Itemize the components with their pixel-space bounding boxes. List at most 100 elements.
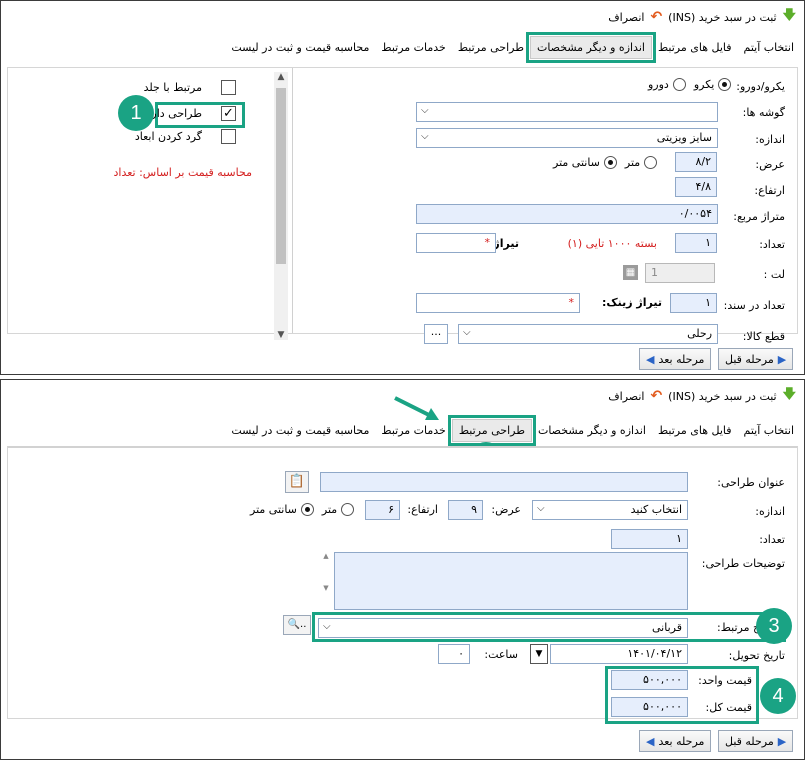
download-arrow-icon: 🡇 bbox=[782, 387, 796, 402]
check-round-dims[interactable] bbox=[221, 129, 236, 144]
area-input[interactable]: ۰/۰۰۵۴ bbox=[416, 204, 718, 224]
chevron-down-icon: ⌵ bbox=[421, 131, 429, 142]
chevron-down-icon: ⌵ bbox=[323, 621, 331, 632]
tab-bar: انتخاب آیتم فایل های مرتبط اندازه و دیگر… bbox=[1, 31, 804, 63]
tab-size-specs[interactable]: اندازه و دیگر مشخصات bbox=[525, 31, 656, 63]
size-select[interactable]: انتخاب کنید ⌵ bbox=[532, 500, 688, 520]
radio-single-side[interactable] bbox=[718, 78, 732, 91]
tab-select-item[interactable]: انتخاب آیتم bbox=[738, 37, 801, 58]
height-input[interactable]: ۴/۸ bbox=[675, 177, 717, 197]
radio-meter-label: متر bbox=[624, 156, 641, 169]
zinc-circulation-input[interactable]: * bbox=[416, 293, 580, 313]
width-input[interactable]: ۸/۲ bbox=[675, 152, 717, 172]
tab-size-specs[interactable]: اندازه و دیگر مشخصات bbox=[532, 420, 652, 441]
textarea-scrollbar[interactable]: ▲ ▼ bbox=[320, 552, 332, 610]
undo-arrow-icon[interactable]: ↶ bbox=[650, 388, 662, 404]
quantity-input[interactable]: ۱ bbox=[611, 529, 688, 549]
clipboard-icon[interactable]: 📋 bbox=[285, 471, 309, 493]
tab-related-design[interactable]: طراحی مرتبط bbox=[447, 414, 536, 446]
size-label: اندازه: bbox=[755, 505, 785, 518]
next-step-button[interactable]: مرحله بعد ◀ bbox=[639, 348, 712, 370]
design-title-label: عنوان طراحی: bbox=[717, 476, 785, 489]
chevron-down-icon: ⌵ bbox=[537, 503, 545, 514]
side-mode-radio-group: یکرو دورو bbox=[648, 78, 732, 91]
scroll-thumb[interactable] bbox=[276, 88, 286, 264]
arrow-right-icon: ▶ bbox=[777, 352, 787, 366]
quantity-input[interactable]: ۱ bbox=[675, 233, 717, 253]
tab-related-files[interactable]: فایل های مرتبط bbox=[652, 420, 738, 441]
check-bound-label: مرتبط با جلد bbox=[143, 81, 202, 94]
total-price-input[interactable]: ۵۰۰,۰۰۰ bbox=[611, 697, 688, 717]
check-has-design[interactable]: ✓ bbox=[221, 106, 236, 121]
undo-arrow-icon[interactable]: ↶ bbox=[650, 9, 662, 25]
description-textarea[interactable] bbox=[334, 552, 688, 610]
tab-related-services[interactable]: خدمات مرتبط bbox=[375, 37, 451, 58]
step-badge-3: 3 bbox=[756, 608, 792, 644]
size-label: اندازه: bbox=[755, 133, 785, 146]
delivery-date-input[interactable]: ۱۴۰۱/۰۴/۱۲ bbox=[550, 644, 688, 664]
panel-size-specs: 🡇 ثبت در سبد خرید (INS) ↶ انصراف انتخاب … bbox=[0, 0, 805, 375]
circulation-input[interactable]: * bbox=[416, 233, 496, 253]
radio-single-side-label: یکرو bbox=[693, 78, 715, 91]
step-badge-1: 1 bbox=[118, 95, 154, 131]
radio-meter[interactable] bbox=[341, 503, 355, 516]
size-select[interactable]: سایز ویزیتی ⌵ bbox=[416, 128, 718, 148]
corners-select[interactable]: ⌵ bbox=[416, 102, 718, 122]
tab-select-item[interactable]: انتخاب آیتم bbox=[738, 420, 801, 441]
check-has-design-label: طراحی دارد bbox=[146, 107, 202, 120]
check-round-label: گرد کردن ابعاد bbox=[134, 130, 202, 143]
prev-step-button[interactable]: ▶ مرحله قبل bbox=[718, 348, 794, 370]
radio-cm-label: سانتی متر bbox=[553, 156, 600, 169]
width-label: عرض: bbox=[491, 503, 521, 516]
radio-double-side[interactable] bbox=[672, 78, 686, 91]
price-basis-text: محاسبه قیمت بر اساس: تعداد bbox=[113, 166, 253, 179]
unit-price-input[interactable]: ۵۰۰,۰۰۰ bbox=[611, 670, 688, 690]
radio-cm[interactable] bbox=[300, 503, 314, 516]
designer-search-button[interactable]: 🔍.. bbox=[283, 615, 311, 635]
side-mode-label: یکرو/دورو: bbox=[736, 80, 785, 93]
tab-price-calc[interactable]: محاسبه قیمت و ثبت در لیست bbox=[225, 37, 375, 58]
cancel-link[interactable]: انصراف bbox=[608, 390, 644, 403]
hour-label: ساعت: bbox=[484, 648, 518, 661]
check-bound[interactable] bbox=[221, 80, 236, 95]
lot-label: لت : bbox=[763, 268, 785, 281]
prev-step-button[interactable]: ▶ مرحله قبل bbox=[718, 730, 794, 752]
radio-cm-label: سانتی متر bbox=[250, 503, 297, 516]
quantity-label: تعداد: bbox=[759, 533, 785, 546]
radio-meter[interactable] bbox=[644, 156, 658, 169]
tab-price-calc[interactable]: محاسبه قیمت و ثبت در لیست bbox=[225, 420, 375, 441]
part-browse-button[interactable]: ... bbox=[424, 324, 448, 344]
doc-qty-input[interactable]: ۱ bbox=[670, 293, 717, 313]
pointer-arrow-icon bbox=[394, 396, 439, 420]
designer-select[interactable]: قربانی ⌵ bbox=[318, 618, 688, 638]
next-step-button[interactable]: مرحله بعد ◀ bbox=[639, 730, 712, 752]
area-label: متراژ مربع: bbox=[733, 210, 785, 223]
height-label: ارتفاع: bbox=[407, 503, 438, 516]
width-input[interactable]: ۹ bbox=[448, 500, 483, 520]
height-input[interactable]: ۶ bbox=[365, 500, 400, 520]
scroll-down-icon[interactable]: ▼ bbox=[274, 330, 288, 340]
hour-input[interactable]: ۰ bbox=[438, 644, 470, 664]
tab-related-files[interactable]: فایل های مرتبط bbox=[652, 37, 738, 58]
zinc-circulation-label: تیراژ زینک: bbox=[601, 296, 662, 309]
window-title: ثبت در سبد خرید (INS) bbox=[668, 10, 777, 24]
calculator-icon[interactable]: ▦ bbox=[623, 265, 638, 280]
download-arrow-icon: 🡇 bbox=[782, 8, 796, 23]
title-bar: 🡇 ثبت در سبد خرید (INS) ↶ انصراف bbox=[1, 1, 804, 33]
total-price-label: قیمت کل: bbox=[705, 701, 752, 714]
arrow-left-icon: ◀ bbox=[646, 352, 655, 366]
chevron-down-icon: ⌵ bbox=[463, 327, 471, 338]
chevron-down-icon: ⌵ bbox=[421, 105, 429, 116]
quantity-label: تعداد: bbox=[759, 238, 785, 251]
design-title-input[interactable] bbox=[320, 472, 688, 492]
radio-cm[interactable] bbox=[603, 156, 617, 169]
tab-related-design[interactable]: طراحی مرتبط bbox=[452, 37, 530, 58]
form-area: مرتبط با جلد طراحی دارد ✓ 1 گرد کردن ابع… bbox=[7, 67, 798, 344]
cancel-link[interactable]: انصراف bbox=[608, 11, 644, 24]
scrollbar[interactable]: ▲ ▼ bbox=[274, 72, 288, 340]
radio-meter-label: متر bbox=[321, 503, 338, 516]
calendar-dropdown-icon[interactable]: ▼ bbox=[530, 644, 548, 664]
corners-label: گوشه ها: bbox=[742, 106, 785, 119]
part-select[interactable]: رحلی ⌵ bbox=[458, 324, 718, 344]
scroll-up-icon[interactable]: ▲ bbox=[274, 72, 288, 82]
